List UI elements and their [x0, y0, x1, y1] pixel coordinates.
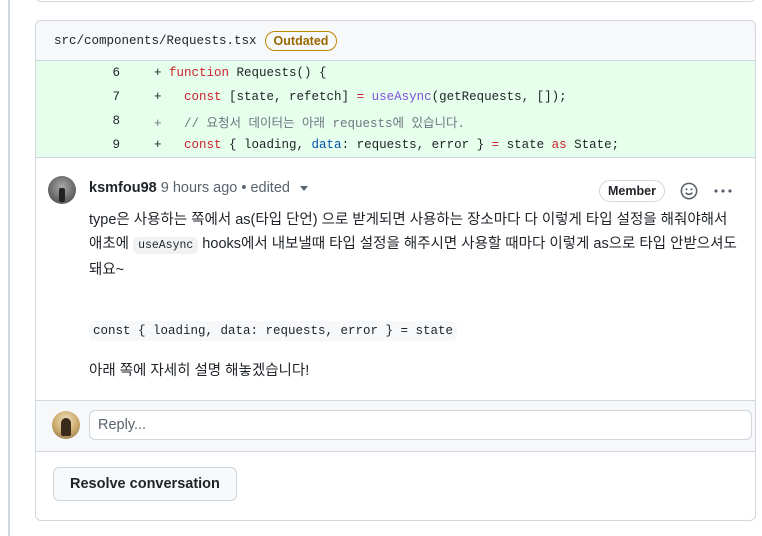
comment-paragraph: type은 사용하는 쪽에서 as(타입 단언) 으로 받게되면 사용하는 장소… — [89, 212, 728, 228]
comment-body: type은 사용하는 쪽에서 as(타입 단언) 으로 받게되면 사용하는 장소… — [89, 208, 739, 282]
comment-paragraph: 아래 쪽에 자세히 설명 해놓겠습니다! — [89, 363, 310, 379]
code-block: const { loading, data: requests, error }… — [89, 321, 458, 341]
comment-meta[interactable]: 9 hours ago • edited — [161, 180, 290, 196]
line-number: 6 — [112, 66, 120, 80]
line-number: 9 — [112, 138, 120, 152]
triangle-down-icon[interactable] — [300, 185, 308, 191]
line-number: 8 — [112, 114, 120, 128]
member-badge: Member — [599, 180, 665, 202]
diff-line: 7 + const [state, refetch] = useAsync(ge… — [36, 85, 755, 109]
smiley-icon[interactable] — [680, 182, 698, 200]
diff-line: 6 + function Requests() { — [36, 61, 755, 85]
reply-bar — [36, 400, 755, 452]
kebab-horizontal-icon[interactable] — [712, 182, 734, 200]
review-comment: ksmfou98 9 hours ago • edited Member typ… — [36, 157, 755, 401]
inline-code: useAsync — [133, 237, 199, 254]
code-text: + function Requests() { — [154, 66, 327, 80]
previous-card-edge — [35, 0, 756, 2]
code-text: + // 요청서 데이터는 아래 requests에 있습니다. — [154, 116, 466, 131]
timeline-line — [8, 0, 10, 536]
review-thread: src/components/Requests.tsx Outdated 6 +… — [35, 20, 756, 521]
comment-paragraph: 애초에 useAsync hooks에서 내보낼때 타입 설정을 해주시면 사용… — [89, 236, 737, 278]
outdated-badge: Outdated — [264, 30, 338, 51]
code-text: + const [state, refetch] = useAsync(getR… — [154, 90, 567, 104]
comment-header: ksmfou98 9 hours ago • edited — [89, 180, 308, 196]
diff-line: 8 + // 요청서 데이터는 아래 requests에 있습니다. — [36, 109, 755, 133]
current-user-avatar — [52, 411, 80, 439]
author-name[interactable]: ksmfou98 — [89, 180, 157, 196]
code-text: + const { loading, data: requests, error… — [154, 138, 620, 152]
diff-line: 9 + const { loading, data: requests, err… — [36, 133, 755, 157]
avatar[interactable] — [48, 176, 76, 204]
diff-hunk: 6 + function Requests() { 7 + const [sta… — [36, 61, 755, 157]
resolve-conversation-button[interactable]: Resolve conversation — [53, 467, 237, 501]
reply-input[interactable] — [89, 410, 752, 440]
file-path-link[interactable]: src/components/Requests.tsx — [54, 34, 257, 48]
file-header: src/components/Requests.tsx Outdated — [36, 21, 755, 61]
line-number: 7 — [112, 90, 120, 104]
